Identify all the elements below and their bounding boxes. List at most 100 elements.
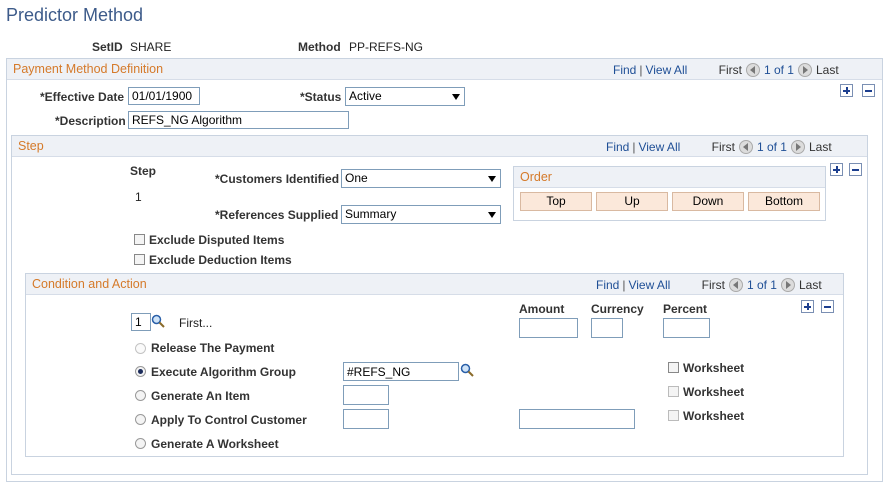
- generate-item-input[interactable]: [343, 385, 389, 405]
- references-supplied-select[interactable]: Summary: [341, 205, 501, 224]
- step-header: Step Find | View All First 1 of 1 Last: [12, 136, 867, 157]
- delete-step-minus-icon[interactable]: [849, 163, 862, 176]
- add-condition-plus-icon[interactable]: [801, 300, 814, 313]
- condition-title: Condition and Action: [32, 277, 147, 291]
- control-customer-input[interactable]: [519, 409, 635, 429]
- definition-header: Payment Method Definition Find | View All …: [7, 59, 882, 80]
- effective-date-label: *Effective Date: [40, 90, 125, 104]
- condition-last-label: Last: [798, 278, 822, 292]
- nav-separator: |: [632, 140, 636, 154]
- worksheet-label-2: Worksheet: [683, 385, 745, 399]
- down-button[interactable]: Down: [672, 192, 744, 211]
- next-arrow-icon[interactable]: [797, 62, 812, 77]
- previous-arrow-icon[interactable]: [738, 139, 753, 154]
- generate-item-radio[interactable]: [135, 390, 146, 401]
- delete-condition-minus-icon[interactable]: [821, 300, 834, 313]
- previous-arrow-icon[interactable]: [728, 277, 743, 292]
- step-value: 1: [135, 190, 142, 204]
- method-value: PP-REFS-NG: [349, 40, 424, 54]
- generate-worksheet-radio[interactable]: [135, 438, 146, 449]
- dropdown-arrow-icon: [452, 94, 460, 100]
- description-input[interactable]: [128, 111, 349, 129]
- step-label: Step: [130, 164, 157, 178]
- definition-first-label: First: [718, 63, 742, 77]
- algorithm-group-input[interactable]: [343, 362, 459, 381]
- page-title: Predictor Method: [6, 5, 144, 25]
- percent-input[interactable]: [663, 318, 710, 338]
- exclude-disputed-checkbox[interactable]: [134, 234, 145, 245]
- definition-last-label: Last: [815, 63, 839, 77]
- customers-identified-select[interactable]: One: [341, 169, 501, 188]
- delete-row-minus-icon[interactable]: [862, 84, 875, 97]
- first-condition-link[interactable]: First...: [179, 316, 212, 330]
- worksheet-checkbox-1[interactable]: [668, 362, 679, 373]
- currency-input[interactable]: [591, 318, 623, 338]
- percent-label: Percent: [663, 302, 708, 316]
- step-last-label: Last: [808, 140, 832, 154]
- exclude-deduction-label: Exclude Deduction Items: [149, 253, 292, 267]
- dropdown-arrow-icon: [488, 212, 496, 218]
- apply-control-radio[interactable]: [135, 414, 146, 425]
- step-viewall-link[interactable]: View All: [638, 140, 680, 154]
- exclude-disputed-label: Exclude Disputed Items: [149, 233, 285, 247]
- step-count: 1 of 1: [756, 140, 787, 154]
- setid-value: SHARE: [130, 40, 172, 54]
- amount-label: Amount: [519, 302, 565, 316]
- next-arrow-icon[interactable]: [780, 277, 795, 292]
- definition-title: Payment Method Definition: [13, 62, 164, 76]
- condition-find-link[interactable]: Find: [596, 278, 619, 292]
- condition-nav: Find | View All First 1 of 1 Last: [596, 277, 822, 293]
- customers-identified-value: One: [345, 171, 368, 185]
- lookup-magnifier-icon[interactable]: [151, 314, 165, 328]
- apply-control-input[interactable]: [343, 409, 389, 429]
- effective-date-input[interactable]: [128, 87, 200, 105]
- status-label: *Status: [300, 90, 342, 104]
- definition-find-link[interactable]: Find: [613, 63, 636, 77]
- next-arrow-icon[interactable]: [790, 139, 805, 154]
- customers-identified-label: *Customers Identified: [215, 172, 340, 186]
- condition-viewall-link[interactable]: View All: [628, 278, 670, 292]
- bottom-button[interactable]: Bottom: [748, 192, 820, 211]
- exclude-deduction-checkbox[interactable]: [134, 254, 145, 265]
- step-title: Step: [18, 139, 44, 153]
- lookup-magnifier-icon[interactable]: [460, 363, 474, 377]
- previous-arrow-icon[interactable]: [745, 62, 760, 77]
- sequence-input[interactable]: [131, 313, 151, 331]
- currency-label: Currency: [591, 302, 644, 316]
- references-supplied-value: Summary: [345, 207, 397, 221]
- worksheet-checkbox-2[interactable]: [668, 386, 679, 397]
- step-first-label: First: [711, 140, 735, 154]
- order-header: Order: [514, 167, 825, 188]
- dropdown-arrow-icon: [488, 176, 496, 182]
- top-button[interactable]: Top: [520, 192, 592, 211]
- order-title: Order: [520, 170, 552, 184]
- amount-input[interactable]: [519, 318, 578, 338]
- nav-separator: |: [639, 63, 643, 77]
- condition-header: Condition and Action Find | View All First…: [26, 274, 843, 295]
- references-supplied-label: *References Supplied: [215, 208, 339, 222]
- generate-item-label: Generate An Item: [151, 389, 250, 403]
- up-button[interactable]: Up: [596, 192, 668, 211]
- generate-worksheet-label: Generate A Worksheet: [151, 437, 279, 451]
- worksheet-label-1: Worksheet: [683, 361, 745, 375]
- method-label: Method: [298, 40, 341, 54]
- status-select[interactable]: Active: [345, 87, 465, 106]
- apply-control-label: Apply To Control Customer: [151, 413, 307, 427]
- description-label: *Description: [55, 114, 126, 128]
- definition-viewall-link[interactable]: View All: [645, 63, 687, 77]
- step-find-link[interactable]: Find: [606, 140, 629, 154]
- nav-separator: |: [622, 278, 626, 292]
- release-payment-label: Release The Payment: [151, 341, 275, 355]
- step-nav: Find | View All First 1 of 1 Last: [606, 139, 832, 155]
- add-row-plus-icon[interactable]: [840, 84, 853, 97]
- add-step-plus-icon[interactable]: [830, 163, 843, 176]
- definition-nav: Find | View All First 1 of 1 Last: [613, 62, 839, 78]
- worksheet-label-3: Worksheet: [683, 409, 745, 423]
- definition-count: 1 of 1: [763, 63, 794, 77]
- release-payment-radio[interactable]: [135, 343, 146, 354]
- status-select-value: Active: [349, 89, 382, 103]
- execute-algorithm-radio[interactable]: [135, 366, 146, 377]
- condition-count: 1 of 1: [746, 278, 777, 292]
- execute-algorithm-label: Execute Algorithm Group: [151, 365, 296, 379]
- worksheet-checkbox-3[interactable]: [668, 410, 679, 421]
